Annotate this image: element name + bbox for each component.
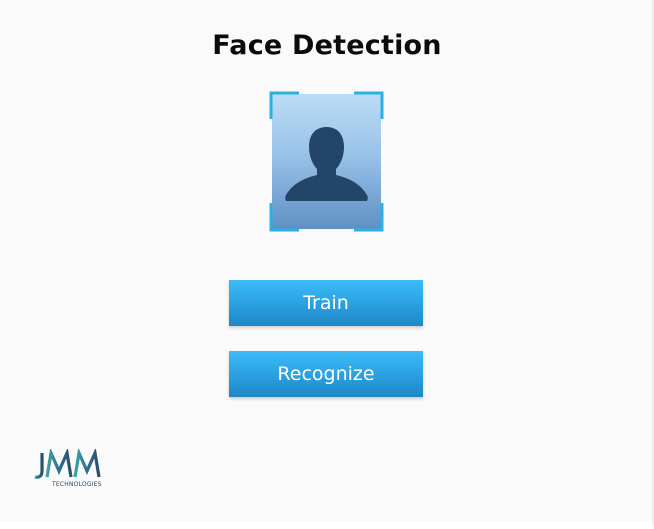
app-window: Face Detection Train Recognize TECHNOLOG… xyxy=(0,0,654,529)
train-button[interactable]: Train xyxy=(229,280,423,326)
scan-frame-icon xyxy=(269,91,384,232)
logo-subtext: TECHNOLOGIES xyxy=(52,481,102,488)
recognize-button[interactable]: Recognize xyxy=(229,351,423,397)
page-title: Face Detection xyxy=(212,30,442,61)
face-preview xyxy=(269,91,384,232)
